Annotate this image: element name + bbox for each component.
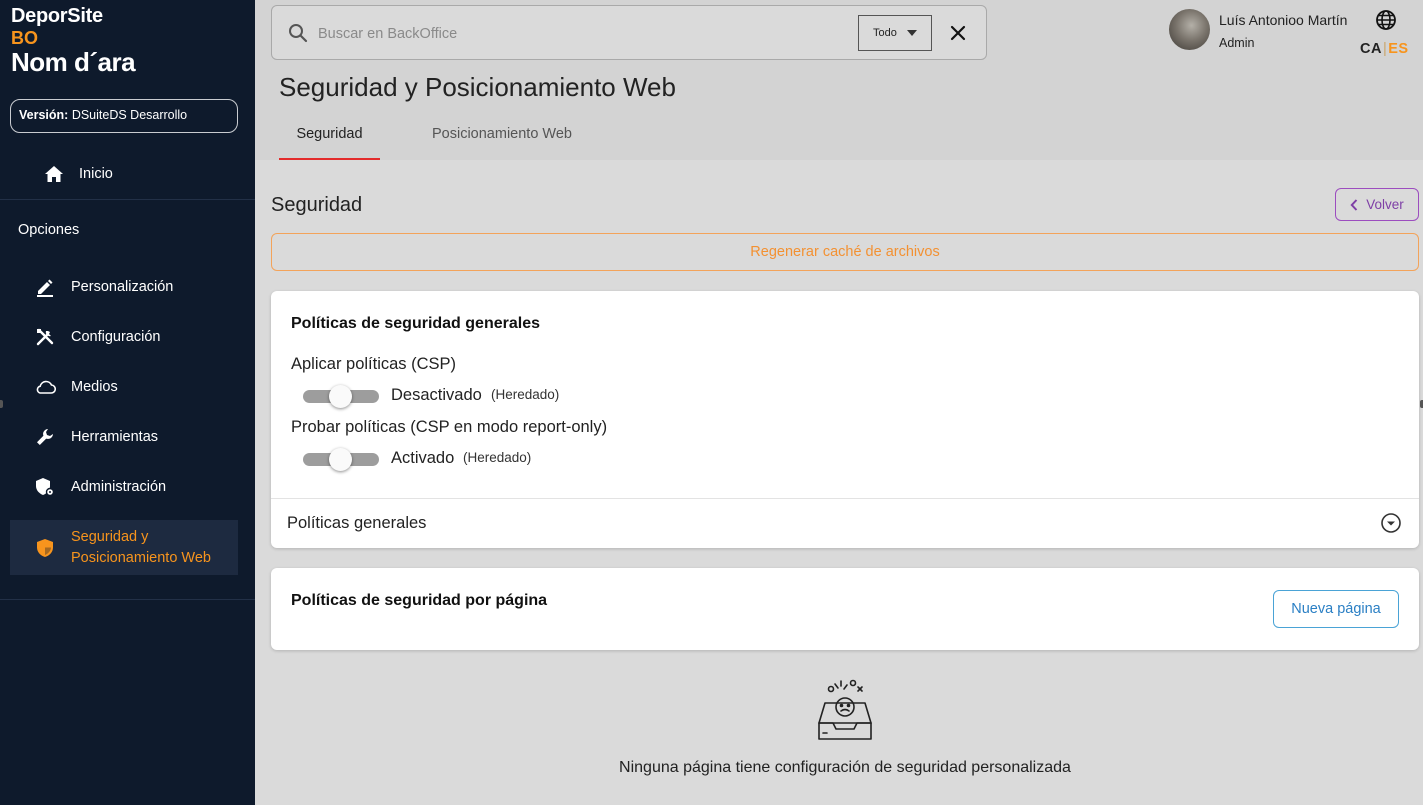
cloud-icon xyxy=(34,376,56,398)
general-policies-title: Políticas de seguridad generales xyxy=(291,315,540,332)
close-icon[interactable] xyxy=(948,23,968,43)
general-policies-accordion[interactable]: Políticas generales xyxy=(271,499,1419,548)
tools-icon xyxy=(34,326,56,348)
version-selector[interactable]: Versión: DSuiteDS Desarrollo xyxy=(10,99,238,133)
lang-es[interactable]: ES xyxy=(1388,41,1408,57)
sidebar-item-label: Administración xyxy=(71,479,167,495)
sidebar-item-label: Medios xyxy=(71,379,118,395)
search-icon xyxy=(288,23,308,48)
general-policies-card: Políticas de seguridad generales Aplicar… xyxy=(271,291,1419,548)
sidebar-item-personalizacion[interactable]: Personalización xyxy=(10,270,238,304)
home-icon xyxy=(44,164,64,184)
toggle-knob xyxy=(329,448,352,471)
sidebar-item-configuracion[interactable]: Configuración xyxy=(10,320,238,354)
sidebar-item-label: Seguridad y Posicionamiento Web xyxy=(71,527,211,569)
sidebar-item-medios[interactable]: Medios xyxy=(10,370,238,404)
brand-name: DeporSite xyxy=(11,5,103,27)
pencil-icon xyxy=(34,276,56,298)
tab-posicionamiento-web[interactable]: Posicionamiento Web xyxy=(413,110,591,160)
apply-policies-state: Desactivado xyxy=(391,386,482,404)
regenerate-cache-button[interactable]: Regenerar caché de archivos xyxy=(271,233,1419,271)
sidebar-item-administracion[interactable]: Administración xyxy=(10,470,238,504)
avatar[interactable] xyxy=(1169,9,1210,50)
lang-separator: | xyxy=(1382,41,1388,57)
search-scope-select[interactable]: Todo xyxy=(858,15,932,51)
apply-policies-toggle[interactable] xyxy=(303,384,379,408)
apply-policies-label: Aplicar políticas (CSP) xyxy=(291,355,457,373)
options-heading: Opciones xyxy=(18,222,80,238)
search-bar: Todo xyxy=(271,5,987,60)
sidebar-item-seguridad[interactable]: Seguridad y Posicionamiento Web xyxy=(10,520,238,575)
language-switcher: CA|ES xyxy=(1360,41,1409,57)
sidebar-divider xyxy=(0,199,255,200)
brand[interactable]: DeporSite BO Nom d´ara xyxy=(11,5,136,77)
expand-circle-icon xyxy=(1380,512,1402,534)
search-scope-value: Todo xyxy=(873,27,897,39)
sidebar-item-label: Personalización xyxy=(71,279,174,295)
security-shield-icon xyxy=(34,537,56,559)
empty-state-text: Ninguna página tiene configuración de se… xyxy=(619,759,1071,776)
search-input[interactable] xyxy=(318,23,818,45)
scroll-handle-left[interactable] xyxy=(0,400,3,408)
new-page-button[interactable]: Nueva página xyxy=(1273,590,1399,628)
version-value: DSuiteDS Desarrollo xyxy=(71,108,188,122)
sidebar-divider xyxy=(0,599,255,600)
test-policies-inherited: (Heredado) xyxy=(463,450,532,465)
sidebar: DeporSite BO Nom d´ara Versión: DSuiteDS… xyxy=(0,0,255,805)
sidebar-item-label-line2: Posicionamiento Web xyxy=(71,549,211,566)
toggle-knob xyxy=(329,385,352,408)
user-role: Admin xyxy=(1219,36,1255,50)
sidebar-item-label-line1: Seguridad y xyxy=(71,528,149,545)
test-policies-toggle[interactable] xyxy=(303,447,379,471)
lang-ca[interactable]: CA xyxy=(1360,41,1382,57)
sidebar-item-label: Configuración xyxy=(71,329,161,345)
admin-shield-icon xyxy=(34,476,56,498)
apply-policies-inherited: (Heredado) xyxy=(491,387,560,402)
test-policies-label: Probar políticas (CSP en modo report-onl… xyxy=(291,418,608,436)
sidebar-item-label: Herramientas xyxy=(71,429,159,445)
chevron-left-icon xyxy=(1350,198,1358,211)
version-label: Versión: xyxy=(19,108,69,122)
sidebar-item-label: Inicio xyxy=(79,166,113,182)
wrench-icon xyxy=(34,426,56,448)
page-policies-title: Políticas de seguridad por página xyxy=(291,592,548,609)
user-name[interactable]: Luís Antonioo Martín xyxy=(1219,12,1347,28)
section-title: Seguridad xyxy=(271,194,363,216)
globe-icon[interactable] xyxy=(1375,9,1397,31)
site-name: Nom d´ara xyxy=(11,47,136,77)
sidebar-item-inicio[interactable]: Inicio xyxy=(0,150,255,198)
back-button[interactable]: Volver xyxy=(1335,188,1419,221)
tab-seguridad[interactable]: Seguridad xyxy=(279,110,380,160)
accordion-label: Políticas generales xyxy=(287,514,427,532)
caret-down-icon xyxy=(906,30,917,36)
sidebar-item-herramientas[interactable]: Herramientas xyxy=(10,420,238,454)
back-button-label: Volver xyxy=(1366,197,1404,212)
empty-inbox-icon xyxy=(813,677,877,743)
test-policies-state: Activado xyxy=(391,449,455,467)
page-policies-card: Políticas de seguridad por página Nueva … xyxy=(271,568,1419,650)
page-title: Seguridad y Posicionamiento Web xyxy=(279,72,676,102)
brand-sub: BO xyxy=(11,28,38,48)
